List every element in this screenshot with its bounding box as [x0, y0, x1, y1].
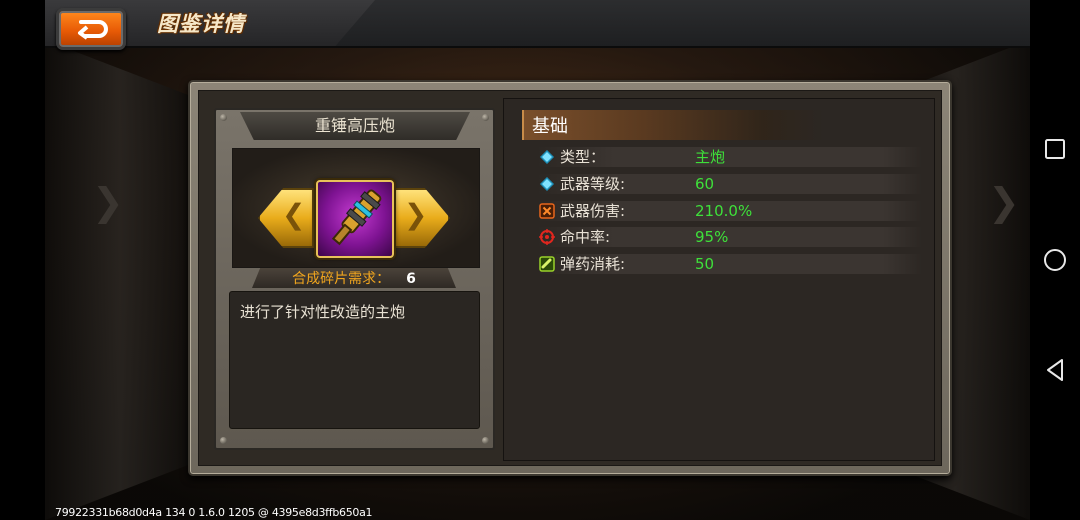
chevron-left-icon: ❮ [282, 198, 306, 231]
stat-row-ammo-cost: 弹药消耗: 50 [537, 254, 922, 274]
rivet-icon [220, 114, 227, 121]
circle-home-icon [1044, 249, 1066, 271]
stat-label: 命中率: [560, 228, 611, 246]
weapon-description-box: 进行了针对性改造的主炮 [229, 291, 480, 429]
chevron-right-icon: ❯ [404, 198, 428, 231]
recents-button[interactable] [1042, 136, 1068, 162]
chevron-decoration-icon: ❯ [92, 180, 124, 224]
stat-value: 50 [695, 255, 715, 273]
weapon-description: 进行了针对性改造的主炮 [240, 303, 406, 321]
home-button[interactable] [1042, 247, 1068, 273]
stat-label: 弹药消耗: [560, 255, 626, 273]
build-info-text: 79922331b68d0d4a 134 0 1.6.0 1205 @ 4395… [55, 506, 373, 519]
rivet-icon [220, 437, 227, 444]
stat-row-weapon-level: 武器等级: 60 [537, 174, 922, 194]
weapon-icon-frame[interactable] [316, 180, 394, 258]
blue-diamond-icon [540, 177, 554, 191]
system-nav-bar [1030, 0, 1080, 520]
stat-row-hit-rate: 命中率: 95% [537, 227, 922, 247]
fragment-requirement: 合成碎片需求： 6 [252, 268, 456, 288]
stat-row-type: 类型： 主炮 [537, 147, 922, 167]
red-crosshair-icon [539, 229, 555, 245]
stat-label: 类型： [560, 148, 606, 166]
green-ammo-icon [539, 256, 555, 272]
triangle-back-icon [1047, 359, 1063, 381]
fragment-label: 合成碎片需求： [292, 271, 391, 287]
stat-row-weapon-damage: 武器伤害: 210.0% [537, 201, 922, 221]
stat-value: 60 [695, 175, 715, 193]
chevron-decoration-icon: ❯ [988, 180, 1020, 224]
section-title: 基础 [532, 116, 568, 137]
left-letterbox [0, 0, 45, 520]
back-arrow-icon [78, 20, 108, 40]
section-header: 基础 [522, 110, 824, 140]
fragment-count: 6 [406, 271, 416, 287]
left-wall-decoration [45, 40, 195, 520]
blue-diamond-icon [540, 150, 554, 164]
stat-label: 武器伤害: [560, 202, 626, 220]
cannon-weapon-icon [331, 189, 382, 246]
rivet-icon [482, 114, 489, 121]
stat-value: 210.0% [695, 202, 753, 220]
page-title: 图鉴详情 [157, 12, 245, 36]
rivet-icon [482, 437, 489, 444]
square-recents-icon [1045, 139, 1065, 159]
orange-cross-icon [539, 203, 555, 219]
back-button[interactable] [56, 8, 126, 50]
stat-label: 武器等级: [560, 175, 626, 193]
stat-value: 主炮 [695, 148, 726, 166]
weapon-name-plate: 重锤高压炮 [240, 112, 470, 140]
weapon-name: 重锤高压炮 [314, 116, 395, 135]
system-back-button[interactable] [1042, 357, 1068, 383]
stat-value: 95% [695, 228, 729, 246]
